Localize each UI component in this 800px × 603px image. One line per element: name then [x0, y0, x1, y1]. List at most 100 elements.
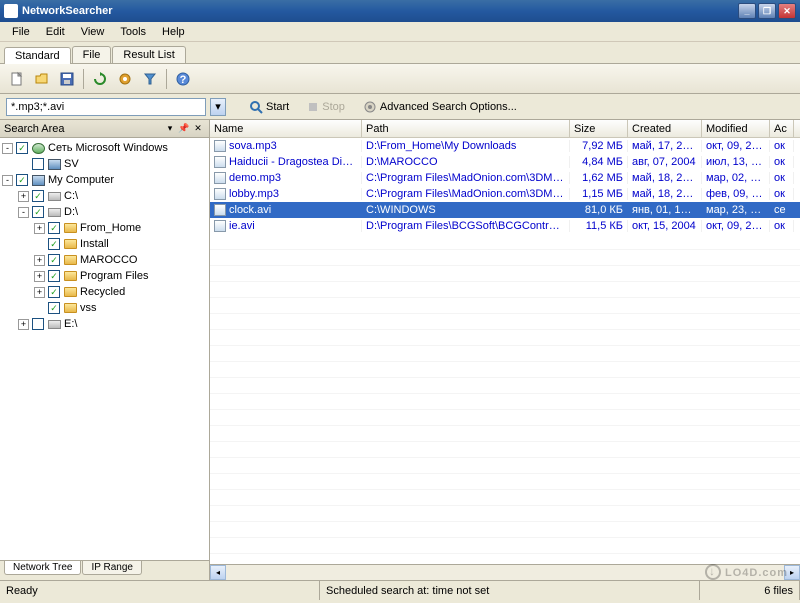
expand-icon[interactable]: + — [34, 287, 45, 298]
collapse-icon[interactable]: - — [18, 207, 29, 218]
tree-node[interactable]: +✓ MAROCCO — [2, 252, 207, 268]
collapse-icon[interactable]: - — [2, 143, 13, 154]
result-row[interactable]: clock.aviC:\WINDOWS81,0 КБянв, 01, 1980м… — [210, 202, 800, 218]
options-button[interactable] — [114, 68, 136, 90]
tab-ip-range[interactable]: IP Range — [82, 561, 142, 575]
tree-label[interactable]: E:\ — [64, 318, 77, 330]
cell-path: C:\Program Files\MadOnion.com\3DMark2001… — [362, 188, 570, 200]
tab-result-list[interactable]: Result List — [112, 46, 185, 63]
cell-name: lobby.mp3 — [210, 188, 362, 200]
menu-help[interactable]: Help — [154, 24, 193, 40]
open-button[interactable] — [31, 68, 53, 90]
tree-label[interactable]: C:\ — [64, 190, 78, 202]
column-size[interactable]: Size — [570, 120, 628, 137]
tree-checkbox[interactable]: ✓ — [16, 142, 28, 154]
minimize-button[interactable]: _ — [738, 3, 756, 19]
column-modified[interactable]: Modified — [702, 120, 770, 137]
expand-icon[interactable]: + — [34, 223, 45, 234]
results-pane: Name Path Size Created Modified Ac sova.… — [210, 120, 800, 580]
cell-accessed: се — [770, 204, 794, 216]
tree-node[interactable]: ✓ Install — [2, 236, 207, 252]
tree-node[interactable]: ✓ vss — [2, 300, 207, 316]
tab-network-tree[interactable]: Network Tree — [4, 561, 81, 575]
scroll-left-button[interactable]: ◂ — [210, 565, 226, 580]
stop-button[interactable]: Stop — [300, 97, 352, 117]
tree-label[interactable]: vss — [80, 302, 97, 314]
column-name[interactable]: Name — [210, 120, 362, 137]
horizontal-scrollbar[interactable]: ◂ ▸ — [210, 564, 800, 580]
search-pattern-input[interactable] — [6, 98, 206, 116]
search-pattern-dropdown[interactable]: ▾ — [210, 98, 226, 116]
computer-icon — [47, 157, 61, 171]
new-search-button[interactable] — [6, 68, 28, 90]
file-icon — [214, 172, 226, 184]
menu-view[interactable]: View — [73, 24, 113, 40]
tree-checkbox[interactable]: ✓ — [48, 270, 60, 282]
scroll-track[interactable] — [226, 565, 784, 580]
result-row[interactable]: demo.mp3C:\Program Files\MadOnion.com\3D… — [210, 170, 800, 186]
menu-tools[interactable]: Tools — [112, 24, 154, 40]
tree-checkbox[interactable]: ✓ — [32, 206, 44, 218]
tree-checkbox[interactable]: ✓ — [48, 286, 60, 298]
tree-label[interactable]: Сеть Microsoft Windows — [48, 142, 168, 154]
expand-icon[interactable]: + — [34, 271, 45, 282]
tree-node[interactable]: -✓ My Computer — [2, 172, 207, 188]
menu-file[interactable]: File — [4, 24, 38, 40]
sidebar-pin-icon[interactable]: 📌 — [177, 122, 191, 136]
tree-checkbox[interactable]: ✓ — [48, 238, 60, 250]
collapse-icon[interactable]: - — [2, 175, 13, 186]
tree-checkbox[interactable] — [32, 158, 44, 170]
empty-row — [210, 266, 800, 282]
tree-label[interactable]: D:\ — [64, 206, 78, 218]
expand-icon[interactable]: + — [18, 191, 29, 202]
cell-accessed: ок — [770, 188, 794, 200]
refresh-button[interactable] — [89, 68, 111, 90]
search-area-tree[interactable]: -✓Сеть Microsoft WindowsSV-✓My Computer+… — [0, 138, 209, 560]
menu-edit[interactable]: Edit — [38, 24, 73, 40]
sidebar-close-icon[interactable]: ✕ — [191, 122, 205, 136]
result-row[interactable]: lobby.mp3C:\Program Files\MadOnion.com\3… — [210, 186, 800, 202]
column-accessed[interactable]: Ac — [770, 120, 794, 137]
tree-node[interactable]: +✓ Program Files — [2, 268, 207, 284]
tree-label[interactable]: Program Files — [80, 270, 148, 282]
tree-label[interactable]: Install — [80, 238, 109, 250]
help-button[interactable]: ? — [172, 68, 194, 90]
results-grid[interactable]: sova.mp3D:\From_Home\My Downloads7,92 МБ… — [210, 138, 800, 564]
tree-checkbox[interactable]: ✓ — [48, 302, 60, 314]
tree-label[interactable]: MAROCCO — [80, 254, 137, 266]
filter-button[interactable] — [139, 68, 161, 90]
result-row[interactable]: sova.mp3D:\From_Home\My Downloads7,92 МБ… — [210, 138, 800, 154]
sidebar-dropdown-icon[interactable]: ▾ — [163, 122, 177, 136]
tab-standard[interactable]: Standard — [4, 47, 71, 64]
tree-checkbox[interactable] — [32, 318, 44, 330]
save-button[interactable] — [56, 68, 78, 90]
result-row[interactable]: Haiducii - Dragostea Din Tei.mp3D:\MAROC… — [210, 154, 800, 170]
tree-node[interactable]: +✓ C:\ — [2, 188, 207, 204]
tree-label[interactable]: SV — [64, 158, 79, 170]
tree-label[interactable]: Recycled — [80, 286, 125, 298]
tree-node[interactable]: +✓ From_Home — [2, 220, 207, 236]
tree-node[interactable]: + E:\ — [2, 316, 207, 332]
tree-checkbox[interactable]: ✓ — [48, 254, 60, 266]
tree-node[interactable]: -✓ D:\ — [2, 204, 207, 220]
column-path[interactable]: Path — [362, 120, 570, 137]
tree-checkbox[interactable]: ✓ — [48, 222, 60, 234]
tree-label[interactable]: My Computer — [48, 174, 114, 186]
tree-node[interactable]: SV — [2, 156, 207, 172]
column-created[interactable]: Created — [628, 120, 702, 137]
advanced-options-button[interactable]: Advanced Search Options... — [356, 97, 524, 117]
start-button[interactable]: Start — [242, 97, 296, 117]
tree-checkbox[interactable]: ✓ — [16, 174, 28, 186]
tree-checkbox[interactable]: ✓ — [32, 190, 44, 202]
maximize-button[interactable]: ❐ — [758, 3, 776, 19]
result-row[interactable]: ie.aviD:\Program Files\BCGSoft\BCGContro… — [210, 218, 800, 234]
tree-label[interactable]: From_Home — [80, 222, 141, 234]
scroll-right-button[interactable]: ▸ — [784, 565, 800, 580]
tree-node[interactable]: -✓ Сеть Microsoft Windows — [2, 140, 207, 156]
cell-modified: окт, 09, 2001 — [702, 220, 770, 232]
tab-file[interactable]: File — [72, 46, 112, 63]
expand-icon[interactable]: + — [34, 255, 45, 266]
close-button[interactable]: ✕ — [778, 3, 796, 19]
tree-node[interactable]: +✓ Recycled — [2, 284, 207, 300]
expand-icon[interactable]: + — [18, 319, 29, 330]
